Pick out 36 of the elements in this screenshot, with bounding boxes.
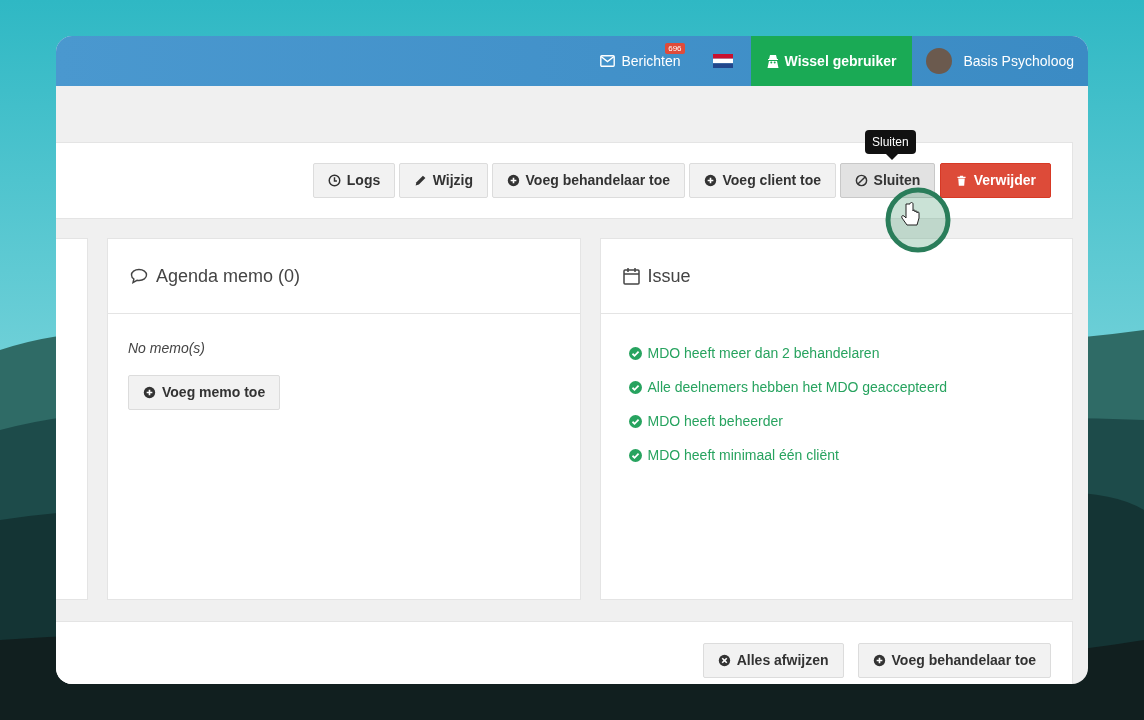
toolbar-button[interactable]: Wijzig xyxy=(398,163,489,198)
toolbar-button[interactable]: Logs xyxy=(312,163,396,198)
user-menu[interactable]: Basis Psycholoog xyxy=(912,36,1088,86)
user-secret-icon xyxy=(766,54,779,68)
empty-text: No memo(s) xyxy=(128,339,206,358)
messages-label: Berichten xyxy=(621,51,681,71)
panel-title: Issue xyxy=(622,262,691,290)
messages-link[interactable]: Berichten 696 xyxy=(586,36,695,86)
trash-icon xyxy=(954,174,968,187)
add-memo-button[interactable]: Voeg memo toe xyxy=(128,375,281,410)
avatar xyxy=(926,48,953,74)
tooltip-arrow-icon xyxy=(886,154,898,160)
calendar-icon xyxy=(622,267,640,285)
close-circle-icon xyxy=(717,654,731,667)
delete-button[interactable]: Verwijder xyxy=(939,163,1051,198)
speech-bubble-icon xyxy=(130,268,148,284)
panel-title: Agenda memo (0) xyxy=(130,262,301,290)
plus-circle-icon xyxy=(506,174,520,187)
toolbar-button[interactable]: Sluiten xyxy=(839,163,936,198)
issue-text: MDO heeft meer dan 2 behandelaren xyxy=(647,344,880,363)
clock-icon xyxy=(327,174,341,187)
issue-text: MDO heeft beheerder xyxy=(647,412,783,431)
toolbar-button[interactable]: Voeg behandelaar toe xyxy=(491,163,685,198)
issue-text: MDO heeft minimaal één cliënt xyxy=(647,446,839,465)
issue-text: Alle deelnemers hebben het MDO geaccepteerd xyxy=(647,378,948,397)
ban-icon xyxy=(854,174,868,187)
toolbar-button[interactable]: Alles afwijzen xyxy=(702,643,844,678)
pencil-icon xyxy=(413,174,427,187)
plus-circle-icon xyxy=(703,174,717,187)
toolbar-button[interactable]: Voeg behandelaar toe xyxy=(857,643,1051,678)
mail-icon xyxy=(600,55,616,67)
toolbar-button[interactable]: Voeg client toe xyxy=(688,163,837,198)
plus-circle-icon xyxy=(143,386,156,399)
flag-icon xyxy=(712,54,733,68)
count-badge: 696 xyxy=(665,43,685,54)
plus-circle-icon xyxy=(872,654,886,667)
